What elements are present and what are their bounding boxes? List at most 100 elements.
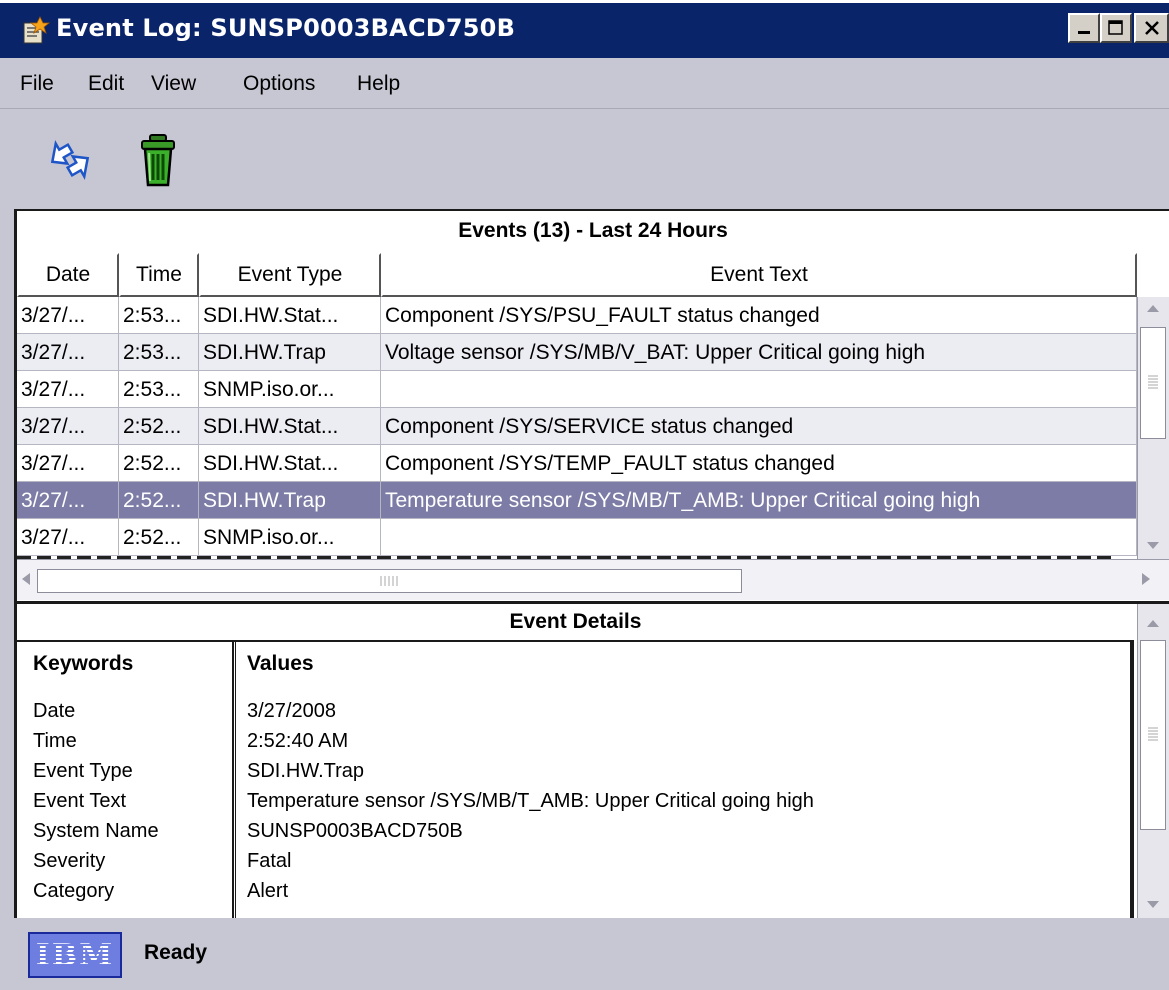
column-header-event-text[interactable]: Event Text: [381, 253, 1137, 297]
scroll-down-icon[interactable]: [1146, 541, 1160, 551]
scroll-down-icon[interactable]: [1146, 900, 1160, 910]
events-vertical-scrollbar[interactable]: [1137, 297, 1169, 559]
table-row-selected[interactable]: 3/27/... 2:52... SDI.HW.Trap Temperature…: [17, 482, 1137, 519]
column-divider: [232, 642, 236, 920]
scroll-right-icon[interactable]: [1141, 572, 1151, 586]
cell-time: 2:52...: [119, 408, 199, 445]
cell-date: 3/27/...: [17, 482, 119, 519]
cell-event-type: SNMP.iso.or...: [199, 519, 381, 556]
column-header-event-type[interactable]: Event Type: [199, 253, 381, 297]
cell-event-type: SNMP.iso.or...: [199, 371, 381, 408]
scroll-up-icon[interactable]: [1146, 303, 1160, 313]
grip-icon: [1148, 727, 1158, 741]
event-details-table: Keywords Values Date 3/27/2008 Time 2:52…: [17, 640, 1134, 920]
events-panel: Events (13) - Last 24 Hours Date Time Ev…: [14, 209, 1169, 601]
cell-date: 3/27/...: [17, 297, 119, 334]
value-event-type: SDI.HW.Trap: [247, 760, 365, 782]
delete-button[interactable]: [128, 129, 188, 189]
keyword-event-text: Event Text: [33, 790, 127, 812]
keyword-time: Time: [33, 730, 77, 752]
cell-event-type: SDI.HW.Trap: [199, 482, 381, 519]
table-row[interactable]: 3/27/... 2:52... SNMP.iso.or...: [17, 519, 1137, 556]
vertical-scroll-thumb[interactable]: [1140, 327, 1166, 439]
horizontal-scroll-thumb[interactable]: [37, 569, 742, 593]
keyword-event-type: Event Type: [33, 760, 133, 782]
cell-event-type: SDI.HW.Stat...: [199, 408, 381, 445]
events-title: Events (13) - Last 24 Hours: [458, 219, 728, 242]
minimize-button[interactable]: [1068, 13, 1100, 43]
grip-icon: [380, 576, 398, 586]
menu-edit[interactable]: Edit: [88, 72, 124, 96]
menu-bar: File Edit View Options Help: [0, 58, 1169, 109]
column-header-date[interactable]: Date: [17, 253, 119, 297]
status-bar: IBM Ready: [0, 918, 1169, 990]
cell-date: 3/27/...: [17, 519, 119, 556]
cell-time: 2:52...: [119, 445, 199, 482]
ibm-logo: IBM: [28, 932, 122, 978]
cell-event-text: [381, 371, 1137, 408]
cell-event-text: Voltage sensor /SYS/MB/V_BAT: Upper Crit…: [381, 334, 1137, 371]
events-table-body: 3/27/... 2:53... SDI.HW.Stat... Componen…: [17, 297, 1137, 559]
keyword-category: Category: [33, 880, 115, 902]
trash-can-icon: [141, 134, 175, 187]
cell-time: 2:53...: [119, 371, 199, 408]
keywords-header: Keywords: [33, 652, 134, 675]
minimize-icon: [1078, 31, 1090, 34]
toolbar: [0, 109, 1169, 209]
grip-icon: [1148, 375, 1158, 389]
events-horizontal-scrollbar[interactable]: [17, 559, 1169, 600]
vertical-scroll-thumb[interactable]: [1140, 640, 1166, 830]
keyword-system-name: System Name: [33, 820, 159, 842]
value-system-name: SUNSP0003BACD750B: [247, 820, 463, 842]
table-row[interactable]: 3/27/... 2:52... SDI.HW.Stat... Componen…: [17, 408, 1137, 445]
cell-time: 2:53...: [119, 297, 199, 334]
maximize-icon: [1108, 20, 1123, 35]
ibm-logo-text: IBM: [35, 937, 115, 973]
cell-event-text: Component /SYS/PSU_FAULT status changed: [381, 297, 1137, 334]
cell-event-text: Component /SYS/TEMP_FAULT status changed: [381, 445, 1137, 482]
refresh-arrows-icon: [50, 140, 90, 180]
value-event-text: Temperature sensor /SYS/MB/T_AMB: Upper …: [247, 790, 814, 812]
values-header: Values: [247, 652, 314, 675]
maximize-button[interactable]: [1100, 13, 1132, 43]
cell-date: 3/27/...: [17, 371, 119, 408]
cell-event-type: SDI.HW.Stat...: [199, 297, 381, 334]
cell-event-text: Component /SYS/SERVICE status changed: [381, 408, 1137, 445]
close-icon: [1144, 21, 1159, 35]
value-category: Alert: [247, 880, 289, 902]
value-date: 3/27/2008: [247, 700, 336, 722]
table-row[interactable]: 3/27/... 2:53... SDI.HW.Stat... Componen…: [17, 297, 1137, 334]
column-header-time[interactable]: Time: [119, 253, 199, 297]
event-details-panel: Event Details Keywords Values Date 3/27/…: [14, 601, 1169, 920]
cell-time: 2:53...: [119, 334, 199, 371]
event-details-title: Event Details: [509, 610, 642, 633]
details-vertical-scrollbar[interactable]: [1137, 604, 1169, 918]
cell-event-text: Temperature sensor /SYS/MB/T_AMB: Upper …: [381, 482, 1137, 519]
cell-time: 2:52...: [119, 519, 199, 556]
cell-event-type: SDI.HW.Stat...: [199, 445, 381, 482]
status-text: Ready: [144, 941, 208, 964]
close-button[interactable]: [1134, 13, 1169, 43]
title-bar[interactable]: Event Log: SUNSP0003BACD750B: [0, 0, 1169, 58]
event-log-app-icon: [23, 16, 50, 44]
menu-options[interactable]: Options: [243, 72, 315, 96]
scroll-up-icon[interactable]: [1146, 618, 1160, 628]
value-severity: Fatal: [247, 850, 292, 872]
scroll-left-icon[interactable]: [21, 572, 31, 586]
keyword-severity: Severity: [33, 850, 106, 872]
table-row[interactable]: 3/27/... 2:53... SDI.HW.Trap Voltage sen…: [17, 334, 1137, 371]
cell-date: 3/27/...: [17, 408, 119, 445]
table-row[interactable]: 3/27/... 2:53... SNMP.iso.or...: [17, 371, 1137, 408]
keyword-date: Date: [33, 700, 76, 722]
window-title: Event Log: SUNSP0003BACD750B: [56, 14, 516, 42]
cell-event-type: SDI.HW.Trap: [199, 334, 381, 371]
menu-help[interactable]: Help: [357, 72, 400, 96]
menu-file[interactable]: File: [20, 72, 54, 96]
cell-time: 2:52...: [119, 482, 199, 519]
refresh-button[interactable]: [40, 129, 100, 189]
cell-date: 3/27/...: [17, 445, 119, 482]
table-row[interactable]: 3/27/... 2:52... SDI.HW.Stat... Componen…: [17, 445, 1137, 482]
menu-view[interactable]: View: [151, 72, 196, 96]
cell-date: 3/27/...: [17, 334, 119, 371]
cell-event-text: [381, 519, 1137, 556]
